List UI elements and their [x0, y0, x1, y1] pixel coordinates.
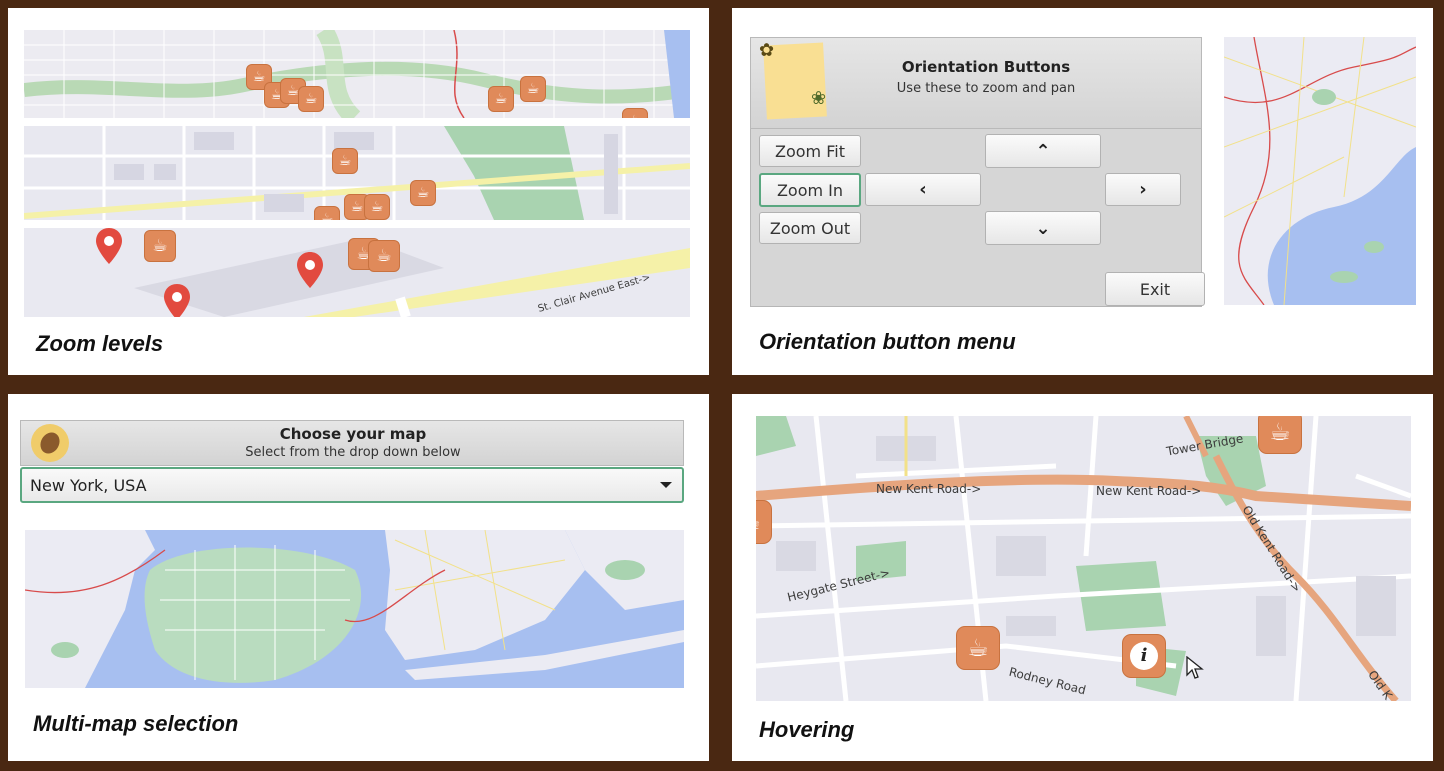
overview-map-art [1224, 37, 1416, 305]
pan-down-button[interactable]: ⌄ [985, 211, 1101, 245]
map-dropdown-value: New York, USA [30, 475, 147, 495]
coffee-marker-icon[interactable]: ☕ [298, 86, 324, 112]
coffee-marker-icon[interactable]: ☕ [956, 626, 1000, 670]
multimap-panel: Choose your map Select from the drop dow… [8, 394, 709, 761]
coffee-marker-icon[interactable]: ☕ [1258, 416, 1302, 454]
zoom-in-button[interactable]: Zoom In [759, 173, 861, 207]
coffee-marker-icon[interactable]: ☕ [314, 206, 340, 220]
orientation-dialog: ✿ ❀ Orientation Buttons Use these to zoo… [750, 37, 1205, 307]
zoom-strip-far-map [24, 30, 690, 118]
zoom-strip-near[interactable]: ☕ ☕ ☕ St. Clair Avenue East-> [24, 228, 690, 317]
dialog-subtitle: Use these to zoom and pan [896, 81, 1076, 96]
hover-map-art [756, 416, 1411, 701]
zoom-fit-button[interactable]: Zoom Fit [759, 135, 861, 167]
info-marker-icon[interactable]: i [1122, 634, 1166, 678]
map-pin-icon[interactable] [164, 284, 190, 317]
zoom-strip-mid[interactable]: ☕ ☕ ☕ ☕ ☕ [24, 126, 690, 220]
zoom-levels-panel: ☕ ☕ ☕ ☕ ☕ ☕ ☕ ☕ ☕ ☕ ☕ ☕ ☕ ☕ St. Clair Av… [8, 8, 709, 375]
flower-icon: ❀ [811, 88, 827, 109]
new-york-map[interactable] [25, 530, 684, 688]
coffee-marker-icon[interactable]: ☕ [756, 500, 772, 544]
pan-right-button[interactable]: › [1105, 173, 1181, 206]
chevron-down-icon [660, 482, 672, 488]
caption-zoom-levels: Zoom levels [36, 331, 164, 356]
map-pin-icon[interactable] [96, 228, 122, 264]
coffee-marker-icon[interactable]: ☕ [364, 194, 390, 220]
coffee-marker-icon[interactable]: ☕ [144, 230, 176, 262]
pan-left-button[interactable]: ‹ [865, 173, 981, 206]
caption-orientation-menu: Orientation button menu [759, 329, 1016, 354]
new-york-map-art [25, 530, 684, 688]
coffee-marker-icon[interactable]: ☕ [368, 240, 400, 272]
pan-up-button[interactable]: ⌃ [985, 134, 1101, 168]
map-select-subtitle: Select from the drop down below [245, 445, 461, 460]
caption-hovering: Hovering [759, 717, 855, 742]
coffee-marker-icon[interactable]: ☕ [622, 108, 648, 118]
coffee-marker-icon[interactable]: ☕ [520, 76, 546, 102]
road-label: New Kent Road-> [876, 482, 982, 496]
coffee-marker-icon[interactable]: ☕ [488, 86, 514, 112]
dialog-title: Orientation Buttons [901, 58, 1071, 76]
mouse-cursor-icon [1186, 656, 1204, 679]
map-select-header: Choose your map Select from the drop dow… [20, 420, 684, 466]
exit-button[interactable]: Exit [1105, 272, 1205, 306]
overview-map[interactable] [1224, 37, 1416, 305]
orientation-panel: ✿ ❀ Orientation Buttons Use these to zoo… [732, 8, 1433, 375]
coffee-marker-icon[interactable]: ☕ [410, 180, 436, 206]
orientation-dialog-header: ✿ ❀ Orientation Buttons Use these to zoo… [750, 37, 1202, 129]
map-dropdown[interactable]: New York, USA [20, 467, 684, 503]
caption-multimap: Multi-map selection [33, 711, 239, 736]
hover-map[interactable]: New Kent Road-> New Kent Road-> Tower Br… [756, 416, 1411, 701]
zoom-out-button[interactable]: Zoom Out [759, 212, 861, 244]
hovering-panel: New Kent Road-> New Kent Road-> Tower Br… [732, 394, 1433, 761]
map-select-title: Choose your map [279, 425, 427, 443]
map-pin-icon[interactable] [297, 252, 323, 288]
flower-icon: ✿ [759, 40, 775, 61]
zoom-strip-far[interactable]: ☕ ☕ ☕ ☕ ☕ ☕ ☕ [24, 30, 690, 118]
road-label: New Kent Road-> [1096, 484, 1202, 498]
coffee-marker-icon[interactable]: ☕ [332, 148, 358, 174]
